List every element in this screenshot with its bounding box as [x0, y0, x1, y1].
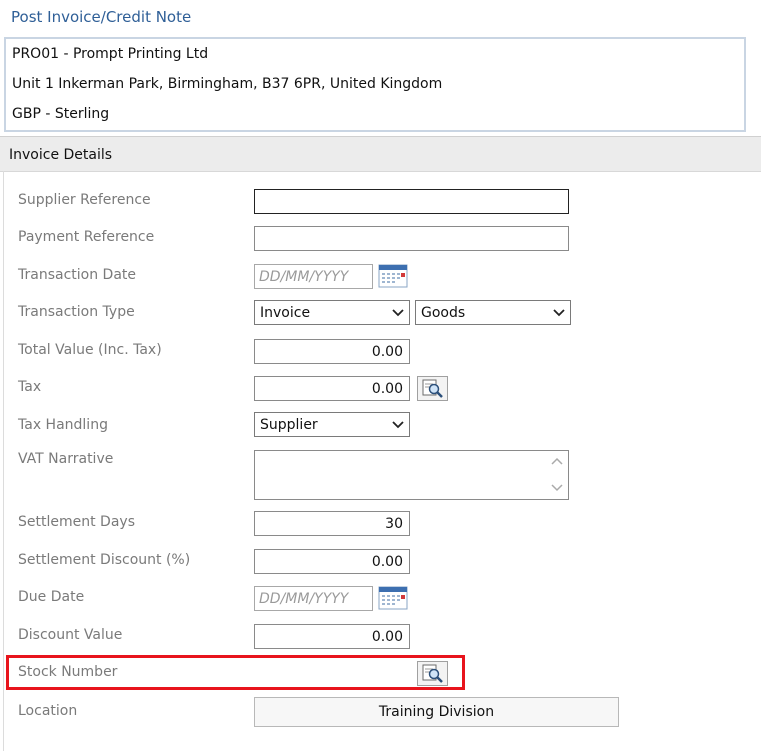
tax-lookup-button[interactable]: [417, 376, 448, 401]
location-label: Location: [18, 703, 78, 719]
supplier-info-box: PRO01 - Prompt Printing Ltd Unit 1 Inker…: [4, 37, 746, 132]
supplier-address: Unit 1 Inkerman Park, Birmingham, B37 6P…: [12, 76, 443, 92]
scroll-down-icon[interactable]: [550, 482, 564, 494]
supplier-reference-label: Supplier Reference: [18, 192, 151, 208]
page-title: Post Invoice/Credit Note: [11, 8, 192, 26]
due-date-label: Due Date: [18, 589, 85, 605]
tax-handling-value: Supplier: [260, 417, 318, 433]
tax-handling-label: Tax Handling: [18, 417, 108, 433]
settlement-days-label: Settlement Days: [18, 514, 135, 530]
vat-narrative-textarea[interactable]: [254, 450, 569, 500]
vat-narrative-label: VAT Narrative: [18, 451, 114, 467]
tax-input[interactable]: 0.00: [254, 376, 410, 401]
stock-number-lookup-button[interactable]: [417, 661, 448, 686]
transaction-category-select[interactable]: Goods: [415, 300, 571, 325]
due-date-input[interactable]: DD/MM/YYYY: [254, 586, 373, 611]
tax-handling-select[interactable]: Supplier: [254, 412, 410, 437]
transaction-type-label: Transaction Type: [18, 304, 135, 320]
calendar-icon[interactable]: [378, 586, 408, 610]
stock-number-label: Stock Number: [18, 664, 118, 680]
chevron-down-icon: [392, 309, 404, 317]
calendar-icon[interactable]: [378, 264, 408, 288]
settlement-discount-label: Settlement Discount (%): [18, 552, 191, 568]
total-value-input[interactable]: 0.00: [254, 339, 410, 364]
supplier-name: PRO01 - Prompt Printing Ltd: [12, 46, 209, 62]
transaction-type-select[interactable]: Invoice: [254, 300, 410, 325]
supplier-currency: GBP - Sterling: [12, 106, 110, 122]
settlement-discount-input[interactable]: 0.00: [254, 549, 410, 574]
invoice-details-header[interactable]: Invoice Details: [0, 136, 761, 172]
transaction-category-value: Goods: [421, 305, 466, 321]
discount-value-input[interactable]: 0.00: [254, 624, 410, 649]
supplier-reference-input[interactable]: [254, 189, 569, 214]
transaction-date-label: Transaction Date: [18, 267, 137, 283]
payment-reference-label: Payment Reference: [18, 229, 155, 245]
tax-label: Tax: [18, 379, 42, 395]
discount-value-label: Discount Value: [18, 627, 123, 643]
location-button[interactable]: Training Division: [254, 697, 619, 727]
search-icon: [422, 664, 443, 683]
settlement-days-input[interactable]: 30: [254, 511, 410, 536]
total-value-label: Total Value (Inc. Tax): [18, 342, 162, 358]
chevron-down-icon: [553, 309, 565, 317]
section-title: Invoice Details: [9, 147, 113, 163]
chevron-down-icon: [392, 421, 404, 429]
transaction-type-value: Invoice: [260, 305, 311, 321]
payment-reference-input[interactable]: [254, 226, 569, 251]
transaction-date-input[interactable]: DD/MM/YYYY: [254, 264, 373, 289]
search-icon: [422, 379, 443, 398]
scroll-up-icon[interactable]: [550, 455, 564, 467]
